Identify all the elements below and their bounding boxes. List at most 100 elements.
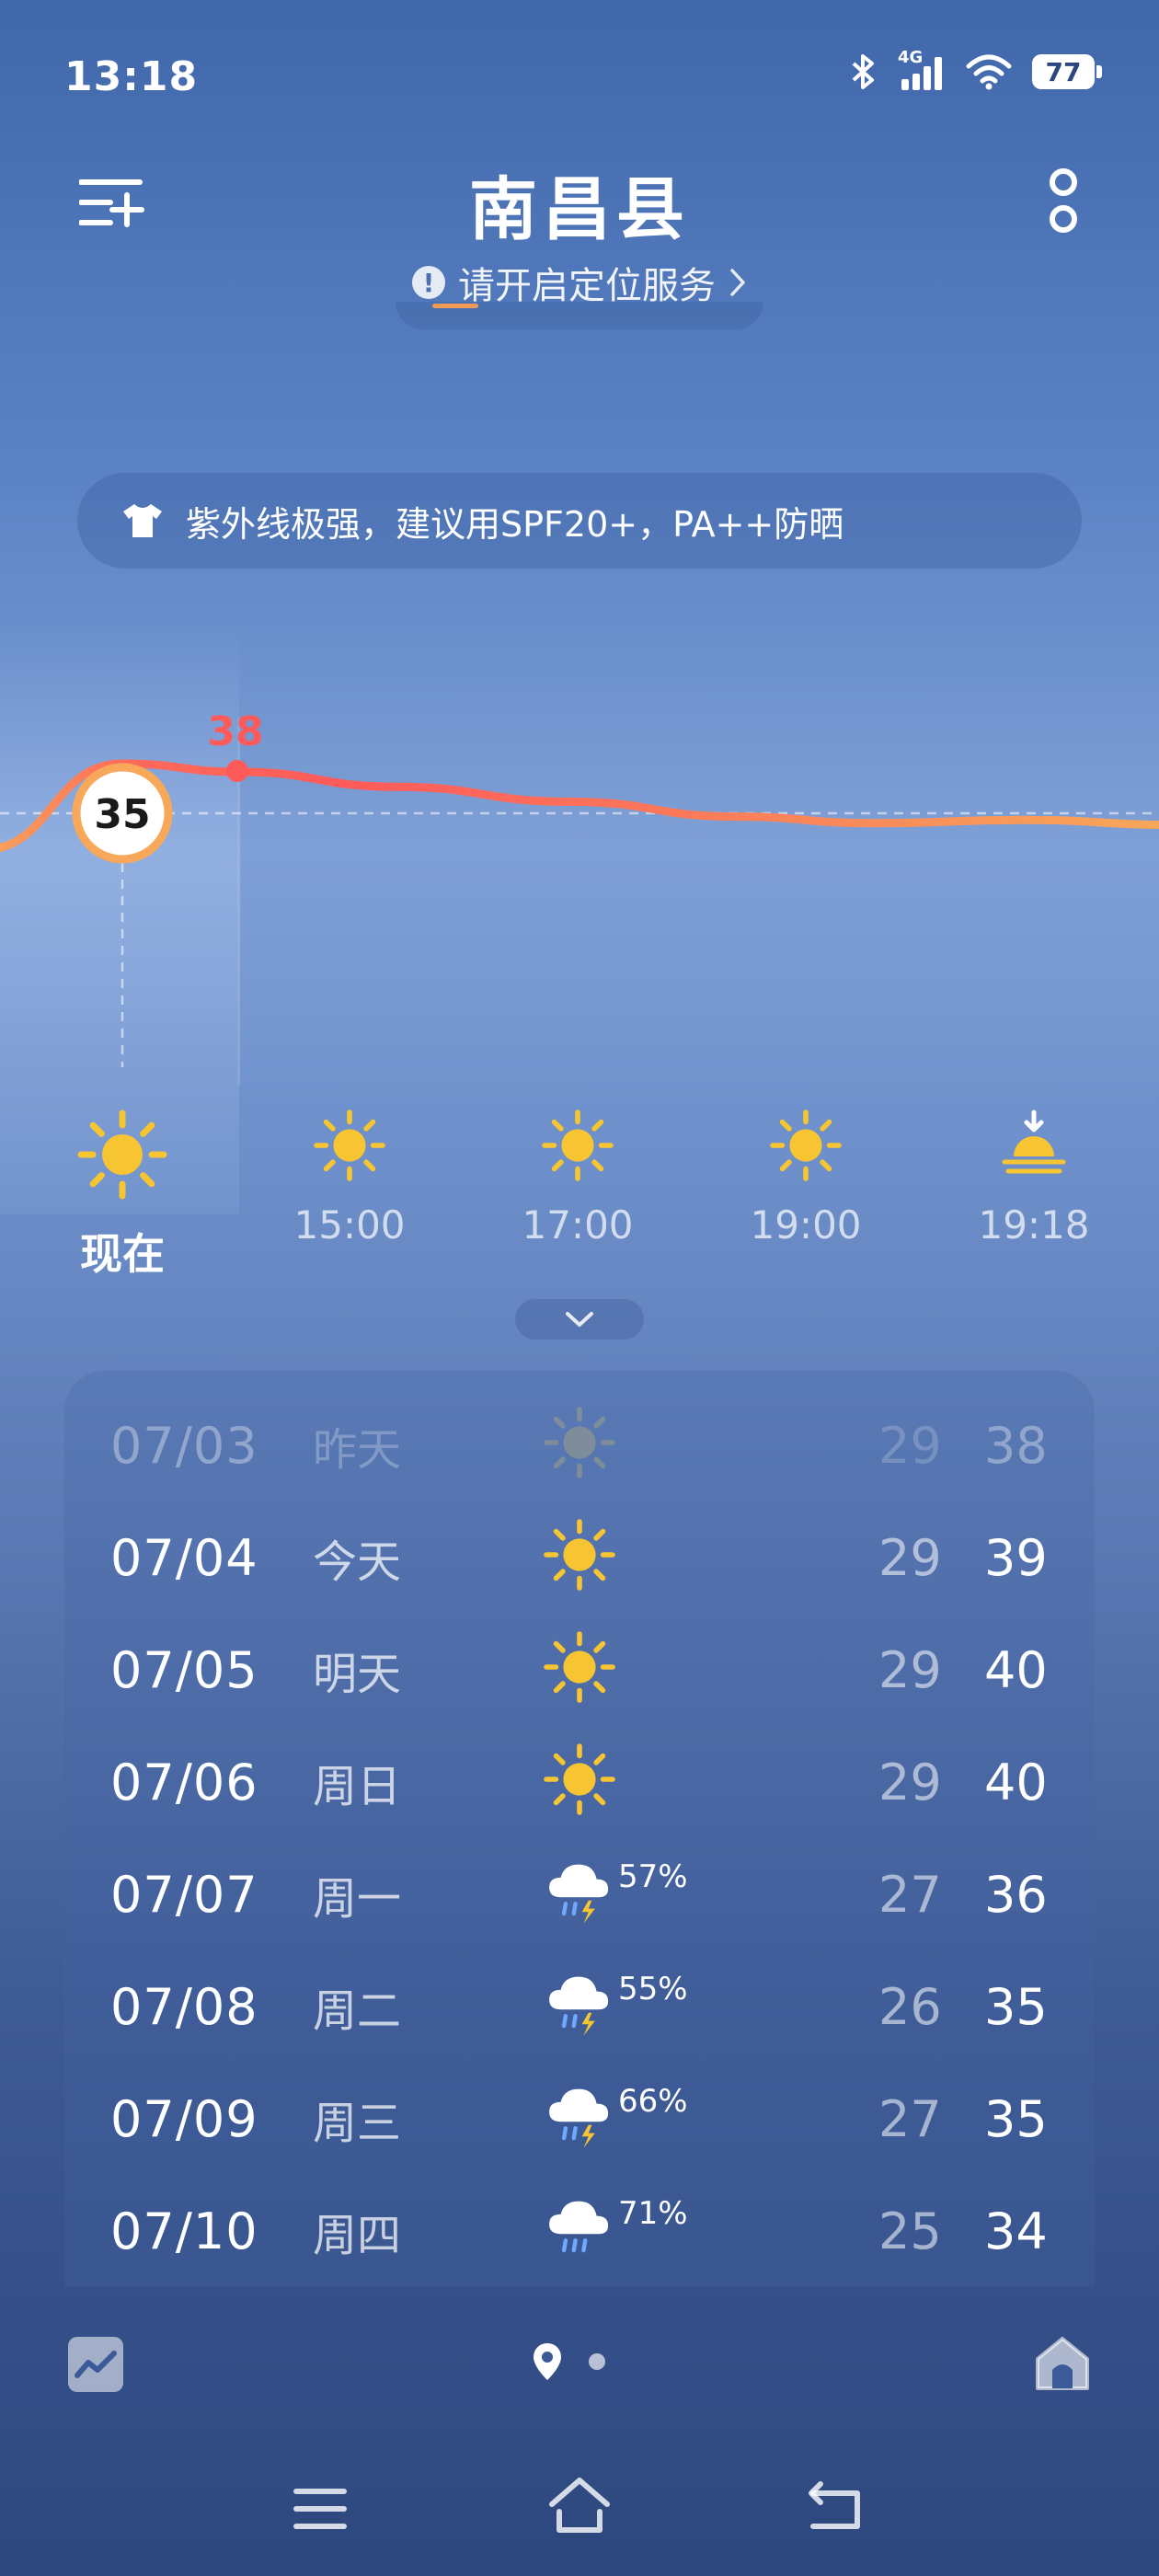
day-high-temp: 34 <box>984 2202 1048 2260</box>
hourly-item-now[interactable]: 现在 <box>40 1109 205 1282</box>
daily-forecast-card[interactable]: 07/03 昨天 29 38 07/04 今天 29 39 07/05 明天 29 40 07/06 周日… <box>64 1371 1095 2286</box>
hourly-item[interactable]: 19:18 <box>951 1109 1117 1248</box>
expand-toggle[interactable] <box>515 1299 644 1340</box>
daily-forecast-row[interactable]: 07/03 昨天 29 38 <box>64 1389 1095 1501</box>
day-low-temp: 29 <box>878 1640 942 1699</box>
day-weather-icon <box>543 1855 625 1938</box>
menu-icon <box>293 2489 347 2529</box>
hourly-time-label: 17:00 <box>522 1202 634 1248</box>
alert-icon: ! <box>412 266 445 299</box>
thunderstorm-icon <box>549 1976 609 2036</box>
temperature-series-line <box>0 759 1159 852</box>
day-date: 07/03 <box>110 1416 258 1475</box>
trend-chart-icon <box>68 2337 123 2392</box>
day-name: 昨天 <box>313 1424 402 1476</box>
day-name: 周三 <box>313 2098 402 2149</box>
hourly-time-label: 19:00 <box>750 1202 862 1248</box>
day-high-temp: 38 <box>984 1416 1048 1475</box>
day-low-temp: 26 <box>878 1977 942 2036</box>
day-name: 今天 <box>313 1536 402 1588</box>
precipitation-chance: 66% <box>618 2083 688 2120</box>
daily-forecast-row[interactable]: 07/09 周三 66% 27 35 <box>64 2063 1095 2175</box>
precipitation-chance: 57% <box>618 1858 688 1895</box>
nav-back-button[interactable] <box>806 2480 865 2532</box>
day-high-temp: 39 <box>984 1528 1048 1587</box>
hourly-temperature-chart: 38 35 <box>0 708 1159 1086</box>
daily-forecast-row[interactable]: 07/06 周日 29 40 <box>64 1726 1095 1838</box>
day-weather-icon <box>543 2079 625 2162</box>
daily-forecast-row[interactable]: 07/08 周二 55% 26 35 <box>64 1950 1095 2063</box>
day-date: 07/09 <box>110 2089 258 2148</box>
sun-icon <box>542 1110 614 1181</box>
day-high-temp: 35 <box>984 1977 1048 2036</box>
peak-temperature-point <box>226 760 248 782</box>
precipitation-chance: 55% <box>618 1971 688 2007</box>
hourly-item[interactable]: 19:00 <box>723 1109 889 1248</box>
precipitation-chance: 71% <box>618 2195 688 2232</box>
daily-forecast-row[interactable]: 07/10 周四 71% 25 34 <box>64 2175 1095 2286</box>
day-weather-icon <box>543 1967 625 2050</box>
day-high-temp: 36 <box>984 1865 1048 1924</box>
daily-forecast-row[interactable]: 07/04 今天 29 39 <box>64 1501 1095 1614</box>
home-city-button[interactable] <box>1032 2333 1093 2394</box>
sun-icon <box>544 1743 615 1815</box>
sun-icon <box>770 1110 842 1181</box>
uv-advice-text: 紫外线极强，建议用SPF20+，PA++防晒 <box>186 503 844 545</box>
day-date: 07/10 <box>110 2202 258 2260</box>
day-weather-icon <box>543 1742 625 1825</box>
location-hint-text: 请开启定位服务 <box>458 265 716 307</box>
status-time: 13:18 <box>64 53 199 100</box>
trend-button[interactable] <box>66 2335 125 2394</box>
location-hint[interactable]: ! 请开启定位服务 <box>0 256 1159 309</box>
nav-home-button[interactable] <box>546 2475 613 2536</box>
sun-icon <box>77 1110 167 1200</box>
day-name: 周四 <box>313 2210 402 2261</box>
day-low-temp: 27 <box>878 1865 942 1924</box>
sunset-icon <box>1002 1110 1066 1174</box>
day-weather-icon <box>543 1630 625 1713</box>
rain-icon <box>549 2201 609 2253</box>
daily-forecast-row[interactable]: 07/07 周一 57% 27 36 <box>64 1838 1095 1950</box>
sun-icon <box>544 1631 615 1703</box>
back-icon <box>809 2481 860 2529</box>
day-low-temp: 29 <box>878 1416 942 1475</box>
nav-home-icon <box>549 2478 610 2533</box>
day-date: 07/05 <box>110 1640 258 1699</box>
day-date: 07/07 <box>110 1865 258 1924</box>
day-low-temp: 29 <box>878 1753 942 1811</box>
daily-forecast-row[interactable]: 07/05 明天 29 40 <box>64 1614 1095 1726</box>
chevron-down-icon <box>566 1312 593 1327</box>
city-page-indicator <box>532 2341 605 2382</box>
hourly-time-label: 19:18 <box>978 1202 1090 1248</box>
peak-temperature-label: 38 <box>207 708 263 755</box>
wifi-icon <box>966 54 1012 90</box>
day-date: 07/06 <box>110 1753 258 1811</box>
city-title: 南昌县 <box>469 170 690 249</box>
tshirt-icon <box>123 504 162 537</box>
sun-icon <box>544 1519 615 1591</box>
more-options-button[interactable] <box>1045 166 1082 239</box>
nav-recents-button[interactable] <box>293 2486 348 2532</box>
day-name: 周一 <box>313 1873 402 1925</box>
thunderstorm-icon <box>549 1864 609 1924</box>
current-temperature-value: 35 <box>94 791 150 838</box>
day-low-temp: 27 <box>878 2089 942 2148</box>
hourly-time-label: 现在 <box>80 1229 165 1279</box>
day-low-temp: 29 <box>878 1528 942 1587</box>
location-pin-icon <box>534 2343 561 2380</box>
day-weather-icon <box>543 2191 625 2274</box>
more-vertical-icon <box>1050 168 1077 233</box>
battery-indicator: 77 <box>1032 54 1102 89</box>
hourly-time-label: 15:00 <box>293 1202 406 1248</box>
day-high-temp: 35 <box>984 2089 1048 2148</box>
day-date: 07/04 <box>110 1528 258 1587</box>
uv-advice-banner[interactable]: 紫外线极强，建议用SPF20+，PA++防晒 <box>77 473 1082 569</box>
day-weather-icon <box>543 1518 625 1601</box>
hourly-item[interactable]: 15:00 <box>267 1109 432 1248</box>
day-high-temp: 40 <box>984 1753 1048 1811</box>
day-date: 07/08 <box>110 1977 258 2036</box>
day-name: 周日 <box>313 1761 402 1812</box>
day-high-temp: 40 <box>984 1640 1048 1699</box>
hourly-item[interactable]: 17:00 <box>495 1109 660 1248</box>
sun-icon <box>314 1110 385 1181</box>
